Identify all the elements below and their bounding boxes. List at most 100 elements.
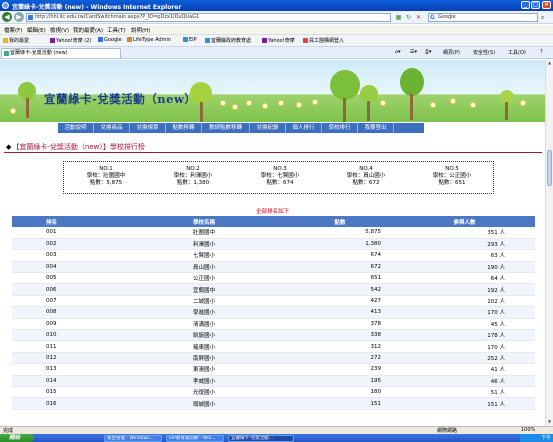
top5-item: NO.1 學校：壯圍國中 點數：5,875 <box>66 166 146 187</box>
fav-lifetype[interactable]: LifeType Admin <box>127 37 171 43</box>
flower-icon <box>296 102 302 108</box>
cell-rank: 014 <box>12 375 122 387</box>
flower-icon <box>312 99 318 105</box>
address-field[interactable]: http://hhl.ilc.edu.tw/CardSwitchmain.asp… <box>26 13 391 22</box>
top5-box: NO.1 學校：壯圍國中 點數：5,875 NO.2 學校：利澤國小 點數：1,… <box>63 161 494 194</box>
cell-people: 102 人 <box>394 295 535 308</box>
nav-teacher-points-transfer[interactable]: 教師點數移轉 <box>202 123 250 133</box>
cell-points: 413 <box>286 306 394 319</box>
nav-logout[interactable]: 我要登出 <box>358 123 394 133</box>
cell-people: 63 人 <box>394 249 535 262</box>
page-icon <box>205 38 210 43</box>
table-row: 003 七賢國小 674 63 人 <box>12 249 535 262</box>
taskbar-item[interactable]: 後台管理 - Windows... <box>104 435 162 442</box>
nav-activity-info[interactable]: 活動說明 <box>58 123 94 133</box>
address-url: http://hhl.ilc.edu.tw/CardSwitchmain.asp… <box>35 14 200 20</box>
col-school: 學校名稱 <box>122 216 286 227</box>
top5-points: 點數：1,380 <box>176 180 210 186</box>
cell-rank: 011 <box>12 340 122 353</box>
nav-points-transfer[interactable]: 點數移轉 <box>166 123 202 133</box>
forward-button[interactable]: ▶ <box>14 12 24 22</box>
help-icon[interactable]: ? <box>540 49 543 55</box>
minimize-button[interactable]: _ <box>521 1 530 9</box>
cell-school: 利澤國小 <box>122 238 286 251</box>
eip-icon <box>183 37 188 42</box>
nav-redeem-records[interactable]: 兌換紀錄 <box>250 123 286 133</box>
close-button[interactable]: × <box>542 1 551 9</box>
nav-redeem-items[interactable]: 兌換商品 <box>94 123 130 133</box>
cell-people: 190 人 <box>394 261 535 274</box>
scroll-down-icon[interactable]: ▼ <box>547 419 552 425</box>
table-row: 016 頭城國小 151 151 人 <box>12 397 535 410</box>
favorites-button[interactable]: 我的最愛 <box>3 37 29 44</box>
cell-school: 壯圍國中 <box>122 227 286 239</box>
col-people: 參與人數 <box>394 216 535 227</box>
zoom-level[interactable]: 100% <box>521 427 535 433</box>
fav-group-buy[interactable]: 員工團購網登入 <box>303 37 344 44</box>
cell-people: 51 人 <box>394 386 535 399</box>
fav-google[interactable]: Google <box>98 37 122 43</box>
page-menu[interactable]: 網頁(P) <box>443 49 460 56</box>
cell-rank: 004 <box>12 261 122 274</box>
menu-view[interactable]: 檢視(V) <box>50 26 69 34</box>
cell-rank: 008 <box>12 306 122 319</box>
home-icon[interactable]: ⌂▾ <box>395 49 401 55</box>
title-bar: 宜蘭綠卡-兌獎活動 (new) - Windows Internet Explo… <box>0 0 553 11</box>
search-placeholder: Google <box>438 14 456 20</box>
vertical-scrollbar[interactable]: ▲ ▼ <box>545 60 553 426</box>
search-icon[interactable]: ⌕ <box>541 14 544 22</box>
refresh-icon[interactable]: ↻ <box>405 14 412 21</box>
cell-people: 41 人 <box>394 363 535 376</box>
scroll-up-icon[interactable]: ▲ <box>547 60 552 66</box>
menu-edit[interactable]: 編輯(E) <box>27 26 46 34</box>
tab-current[interactable]: 宜蘭綠卡-兌獎活動 (new) <box>1 48 121 58</box>
top5-item: NO.5 學校：公正國小 點數：651 <box>412 166 492 187</box>
taskbar-item-active[interactable]: 宜蘭綠卡-兌獎活動... <box>228 435 294 442</box>
nav-personal-ranking[interactable]: 個人排行 <box>286 123 322 133</box>
ie-window: 宜蘭綠卡-兌獎活動 (new) - Windows Internet Explo… <box>0 0 553 442</box>
compatibility-icon[interactable]: ▦ <box>395 14 402 21</box>
cell-points: 239 <box>286 363 394 376</box>
tools-menu[interactable]: 工具(O) <box>508 49 526 56</box>
table-row: 004 員山國小 672 190 人 <box>12 261 535 274</box>
cell-points: 672 <box>286 261 394 274</box>
cell-points: 378 <box>286 318 394 331</box>
cell-rank: 005 <box>12 272 122 285</box>
top5-school: 學校：公正國小 <box>432 173 472 179</box>
table-row: 015 光復國小 180 51 人 <box>12 386 535 399</box>
search-input[interactable]: G Google <box>428 13 538 22</box>
cell-people: 45 人 <box>394 318 535 331</box>
feeds-icon[interactable]: ☰▾ <box>410 49 417 55</box>
start-button[interactable]: 開始 <box>0 434 34 442</box>
table-row: 006 宜蘭國中 542 192 人 <box>12 283 535 296</box>
fav-yahoo-2[interactable]: Yahoo!奇摩 (2) <box>50 37 91 44</box>
flower-icon <box>430 102 436 108</box>
print-icon[interactable]: ⎙▾ <box>425 49 432 55</box>
top5-item: NO.4 學校：員山國小 點數：672 <box>326 166 406 187</box>
cell-points: 1,380 <box>286 238 394 251</box>
cell-points: 312 <box>286 340 394 353</box>
fav-eip[interactable]: EIP <box>183 37 197 43</box>
flower-icon <box>246 100 252 106</box>
fav-label: Yahoo!奇摩 <box>268 38 295 44</box>
table-row: 013 東澳國小 239 41 人 <box>12 363 535 376</box>
menu-help[interactable]: 說明(H) <box>131 26 150 34</box>
stop-icon[interactable]: ✕ <box>415 14 422 21</box>
menu-tools[interactable]: 工具(T) <box>107 26 126 34</box>
back-button[interactable]: ◀ <box>2 12 12 22</box>
fav-yahoo[interactable]: Yahoo!奇摩 <box>262 37 295 44</box>
fav-label: 宜蘭縣政府教育處 <box>211 38 252 44</box>
taskbar-item[interactable]: EIP教育資訊網 - Win... <box>166 435 224 442</box>
scroll-thumb[interactable] <box>547 150 552 186</box>
cell-people: 351 人 <box>394 227 535 239</box>
safety-menu[interactable]: 安全性(S) <box>473 49 495 56</box>
nav-redeem-rules[interactable]: 兌換規章 <box>130 123 166 133</box>
maximize-button[interactable]: □ <box>531 1 540 9</box>
system-tray-clock[interactable]: 下午 <box>520 434 553 442</box>
nav-school-ranking[interactable]: 學校排行 <box>322 123 358 133</box>
menu-favorites[interactable]: 我的最愛(A) <box>73 26 103 34</box>
cell-people: 293 人 <box>394 238 535 251</box>
fav-education-dept[interactable]: 宜蘭縣政府教育處 <box>205 37 251 44</box>
menu-file[interactable]: 檔案(F) <box>4 26 22 34</box>
top5-item: NO.3 學校：七賢國小 點數：674 <box>240 166 320 187</box>
